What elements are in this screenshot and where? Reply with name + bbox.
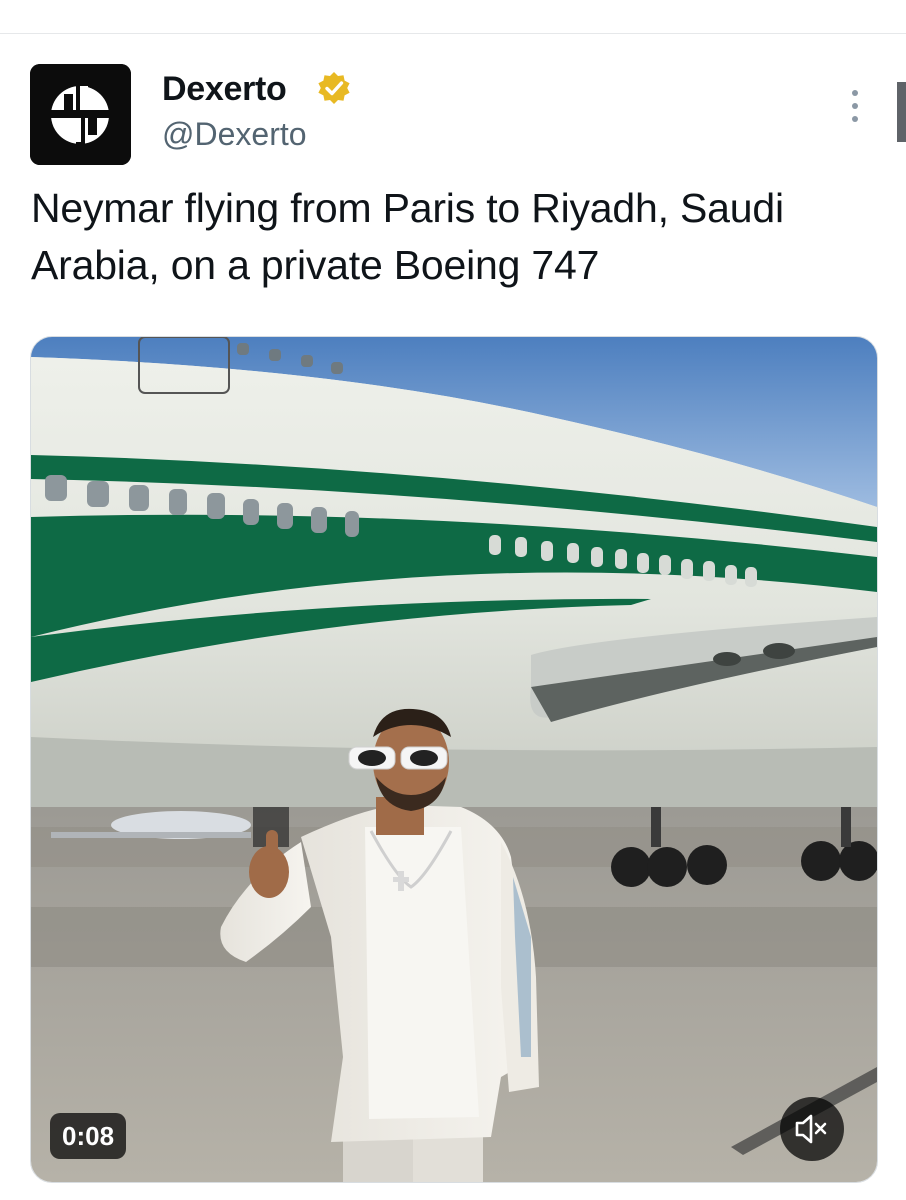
tweet-text: Neymar flying from Paris to Riyadh, Saud… bbox=[31, 185, 784, 288]
scrollbar[interactable] bbox=[897, 82, 906, 142]
video-thumbnail bbox=[31, 337, 877, 1182]
top-bar bbox=[0, 0, 906, 34]
mute-button[interactable] bbox=[780, 1097, 844, 1161]
video-duration: 0:08 bbox=[50, 1113, 127, 1159]
speaker-muted-icon bbox=[795, 1114, 827, 1144]
video-player[interactable] bbox=[30, 336, 878, 1183]
verified-badge-icon bbox=[318, 72, 350, 104]
avatar[interactable] bbox=[30, 64, 131, 165]
dexerto-logo-icon bbox=[30, 64, 131, 165]
tweet-card[interactable]: Dexerto @Dexerto Neymar flying from Pari… bbox=[0, 34, 906, 1200]
display-name[interactable]: Dexerto bbox=[162, 70, 287, 109]
more-vertical-icon[interactable] bbox=[840, 86, 870, 126]
handle[interactable]: @Dexerto bbox=[162, 116, 307, 153]
